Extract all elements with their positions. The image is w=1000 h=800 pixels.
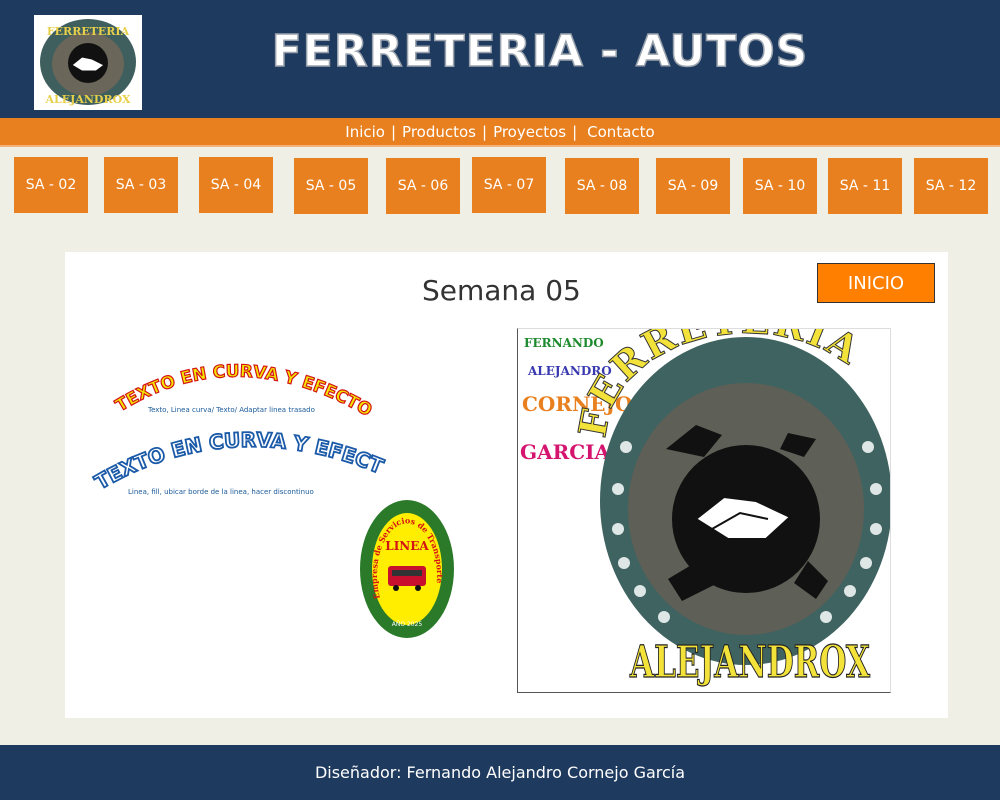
site-footer: Diseñador: Fernando Alejandro Cornejo Ga…	[0, 745, 1000, 800]
week-button-sa-10[interactable]: SA - 10	[743, 158, 817, 214]
ferreteria-logo[interactable]: FERRETERIA ALEJANDROX	[34, 15, 142, 110]
svg-text:ALEJANDROX: ALEJANDROX	[44, 93, 131, 106]
svg-text:LINEA: LINEA	[385, 539, 429, 553]
curve2-subtext: Linea, fill, ubicar borde de la linea, h…	[128, 488, 314, 496]
designer-credit: Diseñador: Fernando Alejandro Cornejo Ga…	[314, 763, 686, 782]
svg-text:ALEJANDROX: ALEJANDROX	[629, 637, 870, 688]
menu-item-productos[interactable]: Productos	[402, 123, 476, 141]
week-button-sa-07[interactable]: SA - 07	[472, 157, 546, 213]
name-word-1: FERNANDO	[524, 336, 604, 350]
menu-item-inicio[interactable]: Inicio	[345, 123, 385, 141]
week-button-sa-04[interactable]: SA - 04	[199, 157, 273, 213]
week-button-sa-08[interactable]: SA - 08	[565, 158, 639, 214]
menu-separator: |	[482, 122, 488, 141]
bus-company-logo: Empresa de Servicios de Transporte LINEA…	[358, 498, 456, 644]
name-word-4: GARCIA	[520, 440, 610, 464]
svg-text:AÑO 2025: AÑO 2025	[392, 621, 423, 628]
site-header: FERRETERIA ALEJANDROX FERRETERIA - AUTOS	[0, 0, 1000, 118]
page-title: Semana 05	[422, 274, 581, 307]
curve1-subtext: Texto, Linea curva/ Texto/ Adaptar linea…	[147, 406, 315, 414]
menu-separator: |	[572, 122, 578, 141]
inicio-button[interactable]: INICIO	[817, 263, 935, 303]
ferreteria-big-logo: FERNANDO ALEJANDRO CORNEJO GARCIA FERRET…	[517, 296, 892, 693]
week-button-sa-09[interactable]: SA - 09	[656, 158, 730, 214]
site-title: FERRETERIA - AUTOS	[271, 25, 809, 78]
main-menu: Inicio | Productos | Proyectos | Contact…	[0, 118, 1000, 147]
week-button-sa-03[interactable]: SA - 03	[104, 157, 178, 213]
week-button-sa-12[interactable]: SA - 12	[914, 158, 988, 214]
svg-text:FERRETERIA: FERRETERIA	[47, 25, 130, 38]
week-button-sa-06[interactable]: SA - 06	[386, 158, 460, 214]
menu-item-contacto[interactable]: Contacto	[587, 123, 655, 141]
curve2-heading: TEXTO EN CURVA Y EFECTO	[90, 418, 387, 494]
week-button-sa-02[interactable]: SA - 02	[14, 157, 88, 213]
curved-text-effect-image: TEXTO EN CURVA Y EFECTO Linea, fill, ubi…	[81, 398, 390, 507]
week-button-sa-11[interactable]: SA - 11	[828, 158, 902, 214]
menu-item-proyectos[interactable]: Proyectos	[493, 123, 566, 141]
week-button-sa-05[interactable]: SA - 05	[294, 158, 368, 214]
menu-separator: |	[390, 122, 397, 141]
